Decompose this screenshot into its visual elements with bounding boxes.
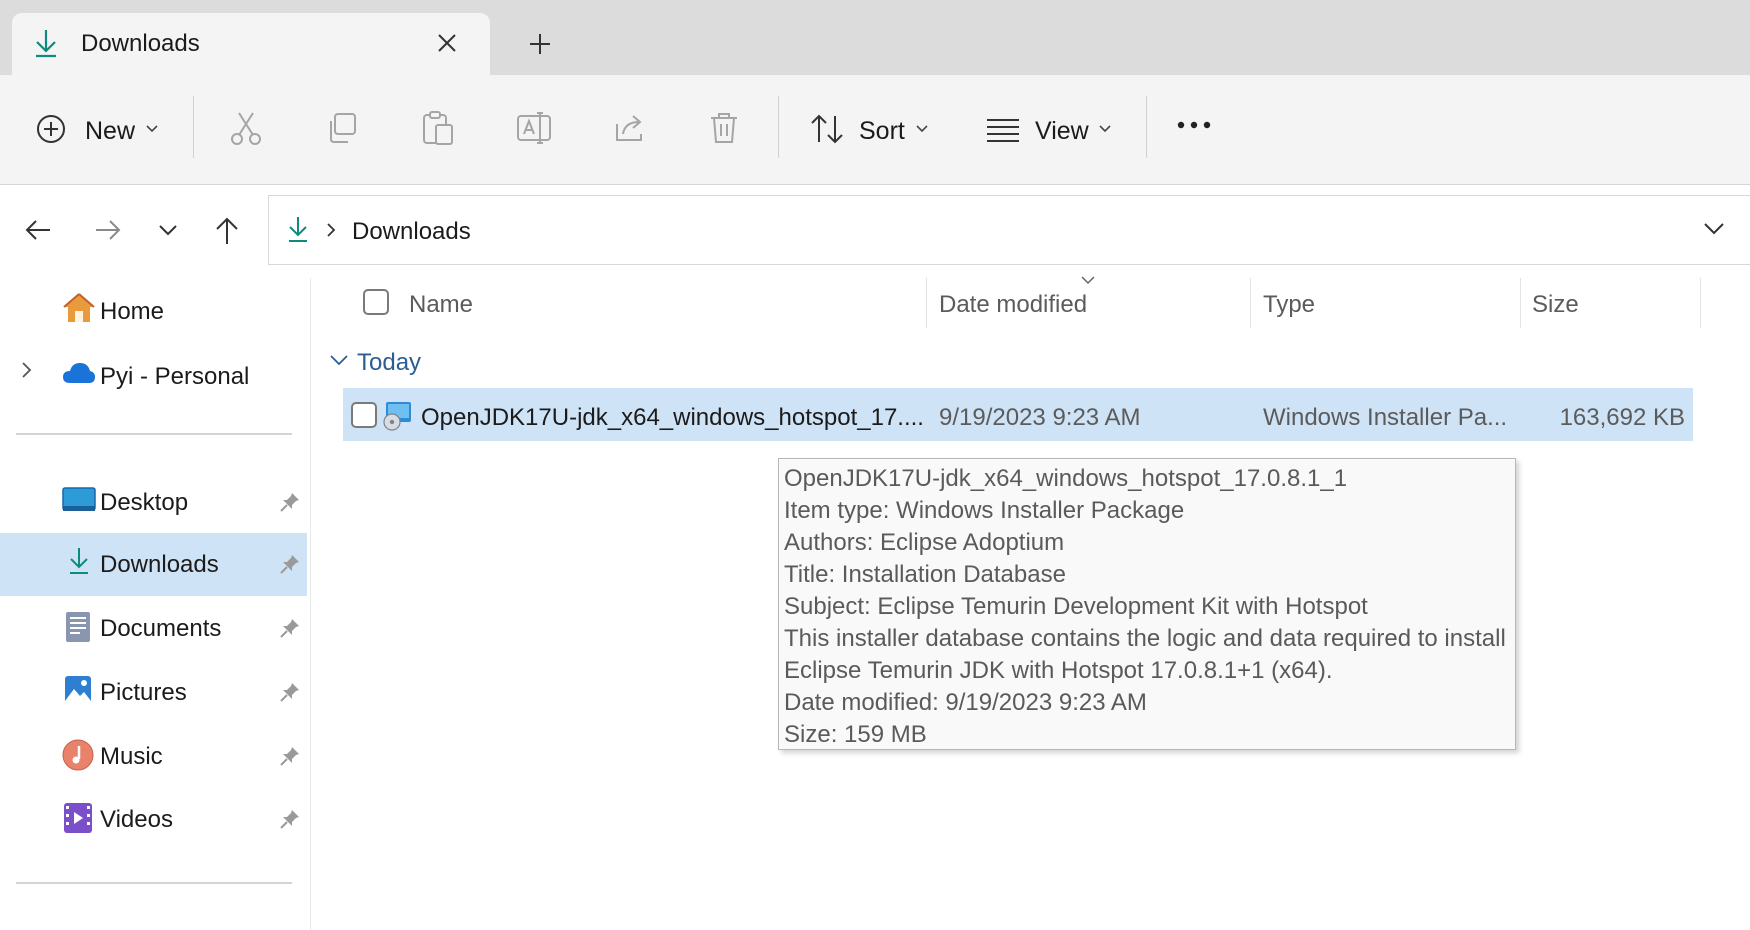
column-separator[interactable] (926, 278, 927, 328)
sidebar-item-desktop[interactable]: Desktop (60, 483, 300, 523)
breadcrumb[interactable]: Downloads (352, 218, 471, 246)
back-arrow-icon[interactable] (24, 218, 52, 242)
pictures-icon (64, 675, 92, 705)
file-size: 163,692 KB (1559, 404, 1685, 431)
sidebar-item-label: Pyi - Personal (100, 363, 250, 390)
group-collapse-chevron-icon[interactable] (330, 355, 348, 366)
sidebar-item-pictures[interactable]: Pictures (60, 673, 300, 713)
music-icon (62, 739, 94, 771)
sidebar-item-videos[interactable]: Videos (60, 800, 300, 840)
recent-locations-chevron-icon[interactable] (159, 225, 177, 236)
sidebar-item-label: Music (100, 743, 163, 770)
column-header-type[interactable]: Type (1263, 291, 1315, 319)
new-button[interactable]: New (34, 112, 174, 152)
tooltip-line: This installer database contains the log… (784, 625, 1506, 652)
new-button-label: New (85, 117, 136, 145)
sort-icon (810, 114, 844, 144)
sidebar-item-onedrive[interactable]: Pyi - Personal (60, 355, 280, 395)
column-separator[interactable] (1700, 278, 1701, 328)
toolbar-separator (778, 96, 779, 158)
tab-title: Downloads (81, 30, 200, 57)
sort-button-label: Sort (859, 117, 905, 145)
chevron-down-icon (1099, 125, 1111, 133)
cloud-icon (62, 361, 96, 385)
pin-icon[interactable] (279, 745, 301, 767)
chevron-down-icon (916, 125, 928, 133)
tooltip-line: Date modified: 9/19/2023 9:23 AM (784, 689, 1147, 716)
sort-indicator-icon (1081, 276, 1095, 285)
chevron-down-icon (146, 125, 158, 133)
plus-icon[interactable] (529, 33, 551, 55)
sidebar-item-label: Desktop (100, 489, 189, 516)
view-list-icon (986, 118, 1020, 142)
toolbar-separator (193, 96, 194, 158)
tooltip-line: Authors: Eclipse Adoptium (784, 529, 1065, 556)
delete-icon[interactable] (709, 111, 739, 145)
column-header-size[interactable]: Size (1532, 291, 1579, 319)
installer-package-icon (382, 401, 412, 431)
column-header-name[interactable]: Name (409, 291, 473, 319)
tooltip-line: Subject: Eclipse Temurin Development Kit… (784, 593, 1368, 620)
documents-icon (65, 611, 91, 643)
pin-icon[interactable] (279, 808, 301, 830)
tooltip-line: Item type: Windows Installer Package (784, 497, 1185, 524)
download-icon (287, 215, 309, 243)
sidebar-border (310, 278, 311, 930)
sidebar-item-label: Pictures (100, 679, 187, 706)
column-separator[interactable] (1250, 278, 1251, 328)
sidebar-item-downloads[interactable]: Downloads (60, 545, 300, 585)
sidebar-item-music[interactable]: Music (60, 737, 300, 777)
breadcrumb-chevron-icon[interactable] (327, 223, 336, 237)
download-icon (68, 546, 90, 576)
expand-chevron-icon[interactable] (22, 362, 32, 378)
sidebar-item-documents[interactable]: Documents (60, 609, 300, 649)
tooltip-line: Eclipse Temurin JDK with Hotspot 17.0.8.… (784, 657, 1333, 684)
pin-icon[interactable] (279, 491, 301, 513)
paste-icon[interactable] (421, 110, 455, 146)
add-circle-icon (36, 114, 66, 144)
sidebar-item-label: Videos (100, 806, 173, 833)
download-icon (33, 28, 59, 58)
row-checkbox[interactable] (351, 402, 377, 428)
column-separator[interactable] (1520, 278, 1521, 328)
toolbar-separator (1146, 96, 1147, 158)
sidebar-divider (16, 882, 292, 884)
pin-icon[interactable] (279, 553, 301, 575)
sidebar-divider (16, 433, 292, 435)
tooltip-line: Title: Installation Database (784, 561, 1066, 588)
videos-icon (63, 802, 93, 834)
view-button-label: View (1035, 117, 1089, 145)
up-arrow-icon[interactable] (214, 217, 240, 245)
view-button[interactable]: View (985, 112, 1115, 152)
sort-button[interactable]: Sort (808, 112, 938, 152)
tooltip-line: Size: 159 MB (784, 721, 927, 748)
more-options-icon[interactable] (1177, 121, 1211, 129)
sidebar-item-home[interactable]: Home (60, 290, 260, 330)
sidebar-item-label: Downloads (100, 551, 219, 578)
rename-icon[interactable] (516, 110, 552, 146)
pin-icon[interactable] (279, 681, 301, 703)
select-all-checkbox[interactable] (363, 289, 389, 315)
column-header-date-modified[interactable]: Date modified (939, 291, 1087, 319)
tooltip-line: OpenJDK17U-jdk_x64_windows_hotspot_17.0.… (784, 465, 1348, 492)
sidebar-item-label: Documents (100, 615, 222, 642)
pin-icon[interactable] (279, 617, 301, 639)
desktop-icon (62, 487, 96, 515)
group-header-today[interactable]: Today (357, 349, 421, 377)
forward-arrow-icon[interactable] (94, 218, 122, 242)
file-type: Windows Installer Pa... (1263, 404, 1508, 431)
file-name[interactable]: OpenJDK17U-jdk_x64_windows_hotspot_17...… (421, 404, 924, 432)
share-icon[interactable] (613, 112, 647, 144)
sidebar-item-label: Home (100, 298, 165, 325)
home-icon (62, 292, 96, 324)
address-dropdown-chevron-icon[interactable] (1704, 223, 1724, 235)
copy-icon[interactable] (326, 112, 358, 144)
address-bar[interactable] (268, 195, 1750, 265)
close-icon[interactable] (436, 32, 458, 54)
file-date-modified: 9/19/2023 9:23 AM (939, 404, 1141, 431)
cut-icon[interactable] (230, 111, 262, 145)
file-info-tooltip: OpenJDK17U-jdk_x64_windows_hotspot_17.0.… (778, 458, 1516, 750)
